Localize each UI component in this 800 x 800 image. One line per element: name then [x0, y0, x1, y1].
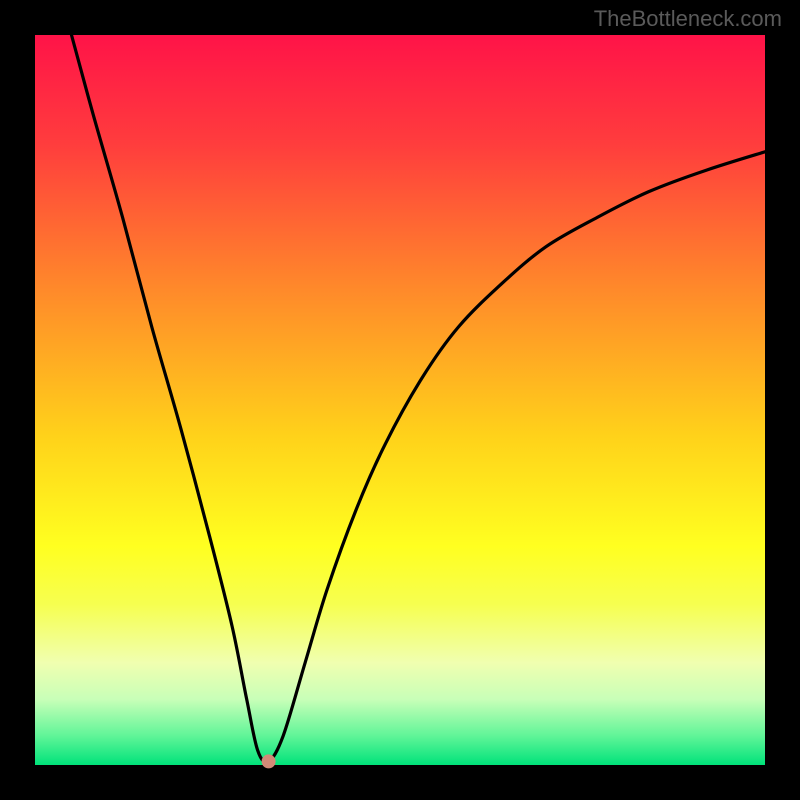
curve-layer — [35, 35, 765, 765]
bottleneck-curve — [72, 35, 766, 762]
minimum-marker — [262, 754, 276, 768]
plot-area — [35, 35, 765, 765]
chart-frame: TheBottleneck.com — [0, 0, 800, 800]
attribution-label: TheBottleneck.com — [594, 6, 782, 32]
